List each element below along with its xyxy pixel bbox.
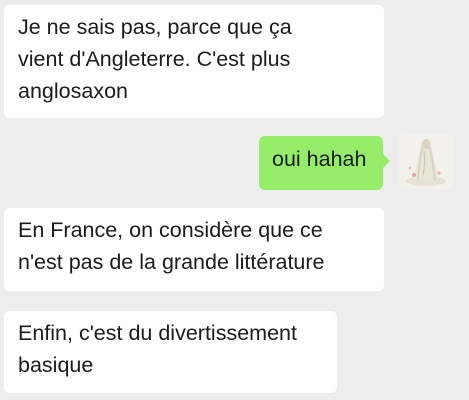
- message-text-line: oui hahah: [272, 147, 367, 171]
- message-text-line: n'est pas de la grande littérature: [18, 250, 325, 274]
- message-text-line: Je ne sais pas, parce que ça: [18, 15, 292, 39]
- avatar-image: [399, 135, 453, 189]
- message-text-line: vient d'Angleterre. C'est plus: [18, 47, 291, 71]
- message-bubble-incoming[interactable]: Je ne sais pas, parce que ça vient d'Ang…: [4, 5, 384, 118]
- message-text-line: basique: [18, 353, 94, 377]
- message-bubble-incoming[interactable]: Enfin, c'est du divertissement basique: [4, 311, 337, 393]
- message-text-line: En France, on considère que ce: [18, 218, 323, 242]
- user-avatar-icon[interactable]: [399, 135, 453, 189]
- message-bubble-incoming[interactable]: En France, on considère que ce n'est pas…: [4, 208, 384, 291]
- message-text-line: Enfin, c'est du divertissement: [18, 321, 297, 345]
- message-bubble-outgoing[interactable]: oui hahah: [259, 136, 390, 190]
- message-text-line: anglosaxon: [18, 79, 128, 103]
